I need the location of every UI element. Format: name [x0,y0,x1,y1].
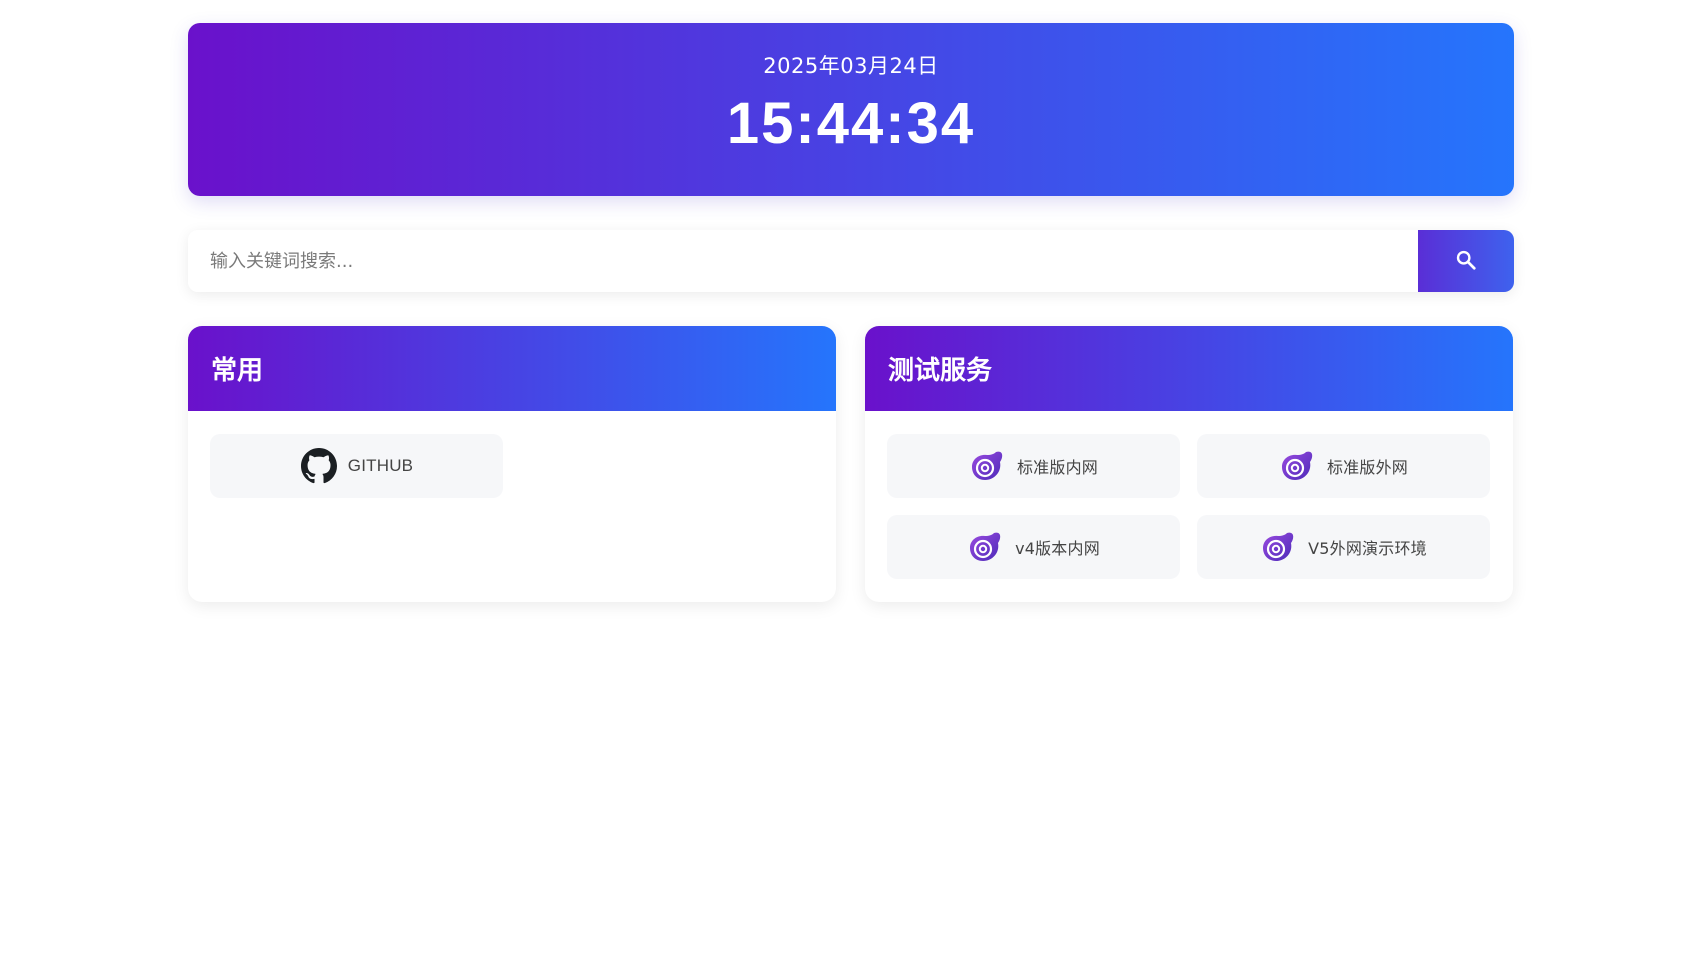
current-time: 15:44:34 [726,91,976,156]
blazor-logo-icon [1279,447,1317,485]
link-label: 标准版内网 [1016,458,1098,477]
link-label: 标准版外网 [1326,458,1408,477]
blazor-logo-icon [967,528,1005,566]
section-card-test-services: 测试服务 标准版内网 标准版外网 v4版本内网 V5外网演示环境 [865,326,1513,602]
clock-banner: 2025年03月24日 15:44:34 [188,23,1514,196]
search-bar [188,230,1514,292]
link-github[interactable]: GITHUB [210,434,503,498]
page-container: 2025年03月24日 15:44:34 常用 [188,23,1514,602]
search-icon [1455,249,1477,274]
link-label: v4版本内网 [1015,539,1100,558]
link-v5-demo[interactable]: V5外网演示环境 [1197,515,1490,579]
section-title: 测试服务 [865,326,1513,411]
link-standard-extranet[interactable]: 标准版外网 [1197,434,1490,498]
section-card-common: 常用 GITHUB [188,326,836,602]
link-label: GITHUB [347,456,414,475]
search-button[interactable] [1418,230,1514,292]
blazor-logo-icon [1260,528,1298,566]
link-standard-intranet[interactable]: 标准版内网 [887,434,1180,498]
current-date: 2025年03月24日 [763,54,939,78]
github-icon [300,447,338,485]
link-v4-intranet[interactable]: v4版本内网 [887,515,1180,579]
section-title: 常用 [188,326,836,411]
blazor-logo-icon [969,447,1007,485]
search-input[interactable] [188,230,1418,292]
link-label: V5外网演示环境 [1308,539,1427,558]
